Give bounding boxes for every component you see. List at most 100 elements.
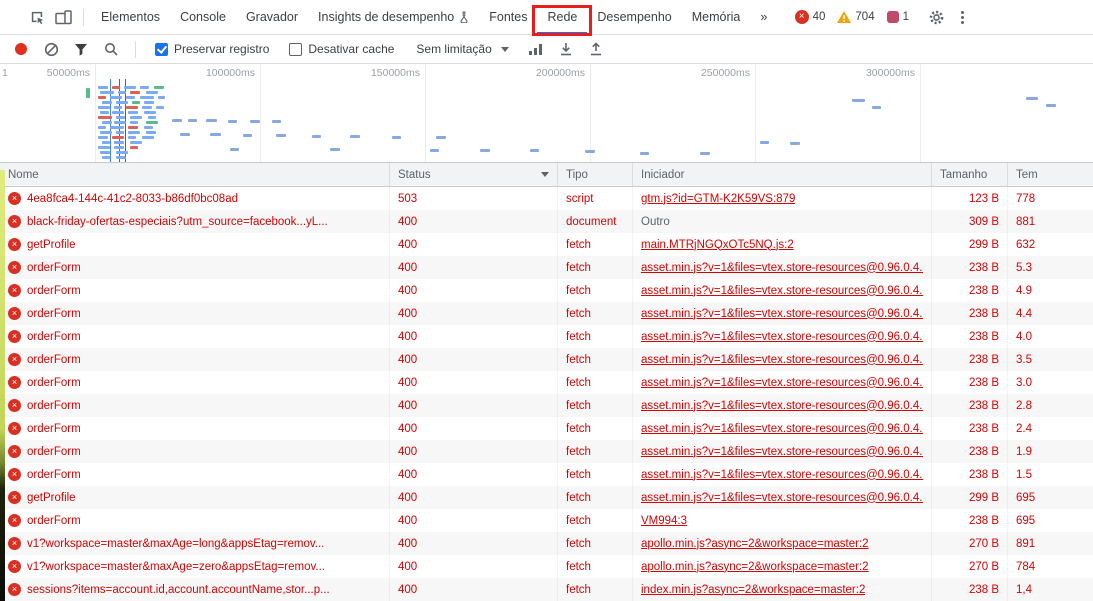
- request-initiator-link[interactable]: asset.min.js?v=1&files=vtex.store-resour…: [641, 377, 923, 389]
- request-failed-icon: ×: [8, 215, 21, 228]
- request-size: 238 B: [932, 256, 1008, 279]
- request-initiator-link[interactable]: asset.min.js?v=1&files=vtex.store-resour…: [641, 446, 923, 458]
- search-icon: [104, 42, 118, 56]
- network-request-row[interactable]: ×orderForm400fetchasset.min.js?v=1&files…: [0, 463, 1093, 486]
- network-request-row[interactable]: ×orderForm400fetchasset.min.js?v=1&files…: [0, 348, 1093, 371]
- request-initiator-link[interactable]: apollo.min.js?async=2&workspace=master:2: [641, 561, 869, 573]
- console-warnings-badge[interactable]: 704: [837, 11, 874, 23]
- column-header-name[interactable]: Nome: [0, 163, 390, 186]
- preserve-log-toggle[interactable]: Preservar registro: [155, 42, 269, 56]
- request-initiator-link[interactable]: asset.min.js?v=1&files=vtex.store-resour…: [641, 400, 923, 412]
- devtools-network-panel: ElementosConsoleGravadorInsights de dese…: [0, 0, 1093, 601]
- disable-cache-toggle[interactable]: Desativar cache: [289, 42, 394, 56]
- console-errors-badge[interactable]: × 40: [795, 10, 826, 24]
- request-status: 400: [390, 279, 558, 302]
- timeline-request-bar: [210, 133, 221, 136]
- request-initiator-link[interactable]: apollo.min.js?async=2&workspace=master:2: [641, 538, 869, 550]
- network-conditions-button[interactable]: [523, 36, 549, 62]
- column-header-status[interactable]: Status: [390, 163, 558, 186]
- network-request-row[interactable]: ×sessions?items=account.id,account.accou…: [0, 578, 1093, 601]
- tab-mem-ria[interactable]: Memória: [682, 0, 751, 34]
- network-request-row[interactable]: ×v1?workspace=master&maxAge=zero&appsEta…: [0, 555, 1093, 578]
- request-initiator-link[interactable]: asset.min.js?v=1&files=vtex.store-resour…: [641, 331, 923, 343]
- network-request-row[interactable]: ×orderForm400fetchVM994:3238 B695: [0, 509, 1093, 532]
- tab-rede[interactable]: Rede: [537, 0, 587, 34]
- request-initiator-link[interactable]: gtm.js?id=GTM-K2K59VS:879: [641, 193, 795, 205]
- column-header-type[interactable]: Tipo: [558, 163, 633, 186]
- settings-button[interactable]: [923, 4, 949, 30]
- request-failed-icon: ×: [8, 284, 21, 297]
- request-initiator-link[interactable]: VM994:3: [641, 515, 687, 527]
- more-tabs-button[interactable]: »: [750, 0, 777, 34]
- export-har-button[interactable]: [583, 36, 609, 62]
- request-initiator-link[interactable]: asset.min.js?v=1&files=vtex.store-resour…: [641, 285, 923, 297]
- timeline-request-bar: [1046, 104, 1056, 107]
- request-initiator-link[interactable]: main.MTRjNGQxOTc5NQ.js:2: [641, 239, 794, 251]
- column-header-initiator[interactable]: Iniciador: [633, 163, 932, 186]
- network-request-row[interactable]: ×black-friday-ofertas-especiais?utm_sour…: [0, 210, 1093, 233]
- tab-gravador[interactable]: Gravador: [236, 0, 308, 34]
- tab-console[interactable]: Console: [170, 0, 236, 34]
- timeline-request-bar: [230, 148, 239, 151]
- column-header-size[interactable]: Tamanho: [932, 163, 1008, 186]
- record-network-log-button[interactable]: [8, 36, 34, 62]
- network-request-row[interactable]: ×orderForm400fetchasset.min.js?v=1&files…: [0, 417, 1093, 440]
- network-request-row[interactable]: ×v1?workspace=master&maxAge=long&appsEta…: [0, 532, 1093, 555]
- network-request-row[interactable]: ×orderForm400fetchasset.min.js?v=1&files…: [0, 371, 1093, 394]
- more-options-button[interactable]: [949, 4, 975, 30]
- network-request-row[interactable]: ×orderForm400fetchasset.min.js?v=1&files…: [0, 325, 1093, 348]
- toggle-device-toolbar-button[interactable]: [50, 4, 76, 30]
- request-initiator-link[interactable]: asset.min.js?v=1&files=vtex.store-resour…: [641, 354, 923, 366]
- request-name: v1?workspace=master&maxAge=long&appsEtag…: [27, 538, 324, 550]
- timeline-partial-label: 1: [2, 67, 8, 79]
- inspect-element-button[interactable]: [24, 4, 50, 30]
- search-button[interactable]: [98, 36, 124, 62]
- request-initiator-cell: asset.min.js?v=1&files=vtex.store-resour…: [633, 348, 932, 371]
- tab-elementos[interactable]: Elementos: [91, 0, 170, 34]
- request-initiator-link[interactable]: asset.min.js?v=1&files=vtex.store-resour…: [641, 423, 923, 435]
- network-conditions-icon: [528, 43, 543, 56]
- tab-desempenho[interactable]: Desempenho: [587, 0, 681, 34]
- import-har-icon: [559, 42, 573, 56]
- network-request-row[interactable]: ×orderForm400fetchasset.min.js?v=1&files…: [0, 256, 1093, 279]
- request-initiator-link[interactable]: asset.min.js?v=1&files=vtex.store-resour…: [641, 492, 923, 504]
- request-initiator-link[interactable]: asset.min.js?v=1&files=vtex.store-resour…: [641, 308, 923, 320]
- network-request-row[interactable]: ×4ea8fca4-144c-41c2-8033-b86df0bc08ad503…: [0, 187, 1093, 210]
- network-request-row[interactable]: ×orderForm400fetchasset.min.js?v=1&files…: [0, 279, 1093, 302]
- network-request-row[interactable]: ×orderForm400fetchasset.min.js?v=1&files…: [0, 394, 1093, 417]
- request-initiator-cell: gtm.js?id=GTM-K2K59VS:879: [633, 187, 932, 210]
- timeline-request-bar: [330, 148, 340, 151]
- throttling-dropdown[interactable]: Sem limitação: [416, 42, 508, 56]
- filter-button[interactable]: [68, 36, 94, 62]
- clear-network-log-button[interactable]: [38, 36, 64, 62]
- timeline-request-bar: [132, 101, 140, 104]
- request-initiator-cell: asset.min.js?v=1&files=vtex.store-resour…: [633, 279, 932, 302]
- inspect-cursor-icon: [29, 9, 45, 25]
- request-size: 238 B: [932, 509, 1008, 532]
- network-request-row[interactable]: ×getProfile400fetchmain.MTRjNGQxOTc5NQ.j…: [0, 233, 1093, 256]
- network-overview-timeline[interactable]: 1 50000ms100000ms150000ms200000ms250000m…: [0, 64, 1093, 163]
- request-type: fetch: [558, 417, 633, 440]
- request-time: 4.9: [1008, 279, 1093, 302]
- request-type: fetch: [558, 394, 633, 417]
- network-request-row[interactable]: ×orderForm400fetchasset.min.js?v=1&files…: [0, 302, 1093, 325]
- vertical-dots-icon: [961, 16, 964, 19]
- request-time: 1.5: [1008, 463, 1093, 486]
- column-header-time[interactable]: Tem: [1008, 163, 1093, 186]
- timeline-request-bar: [430, 149, 439, 152]
- request-initiator-link[interactable]: asset.min.js?v=1&files=vtex.store-resour…: [641, 469, 923, 481]
- network-request-row[interactable]: ×getProfile400fetchasset.min.js?v=1&file…: [0, 486, 1093, 509]
- request-type: fetch: [558, 302, 633, 325]
- request-initiator-link[interactable]: asset.min.js?v=1&files=vtex.store-resour…: [641, 262, 923, 274]
- network-request-row[interactable]: ×orderForm400fetchasset.min.js?v=1&files…: [0, 440, 1093, 463]
- timeline-request-bar: [86, 88, 90, 98]
- import-har-button[interactable]: [553, 36, 579, 62]
- request-failed-icon: ×: [8, 560, 21, 573]
- request-initiator-link[interactable]: index.min.js?async=2&workspace=master:2: [641, 584, 865, 596]
- request-failed-icon: ×: [8, 399, 21, 412]
- tab-insights-de-desempenho[interactable]: Insights de desempenho: [308, 0, 479, 34]
- request-type: fetch: [558, 279, 633, 302]
- issues-badge[interactable]: 1: [887, 11, 909, 23]
- request-initiator-cell: Outro: [633, 210, 932, 233]
- tab-fontes[interactable]: Fontes: [479, 0, 537, 34]
